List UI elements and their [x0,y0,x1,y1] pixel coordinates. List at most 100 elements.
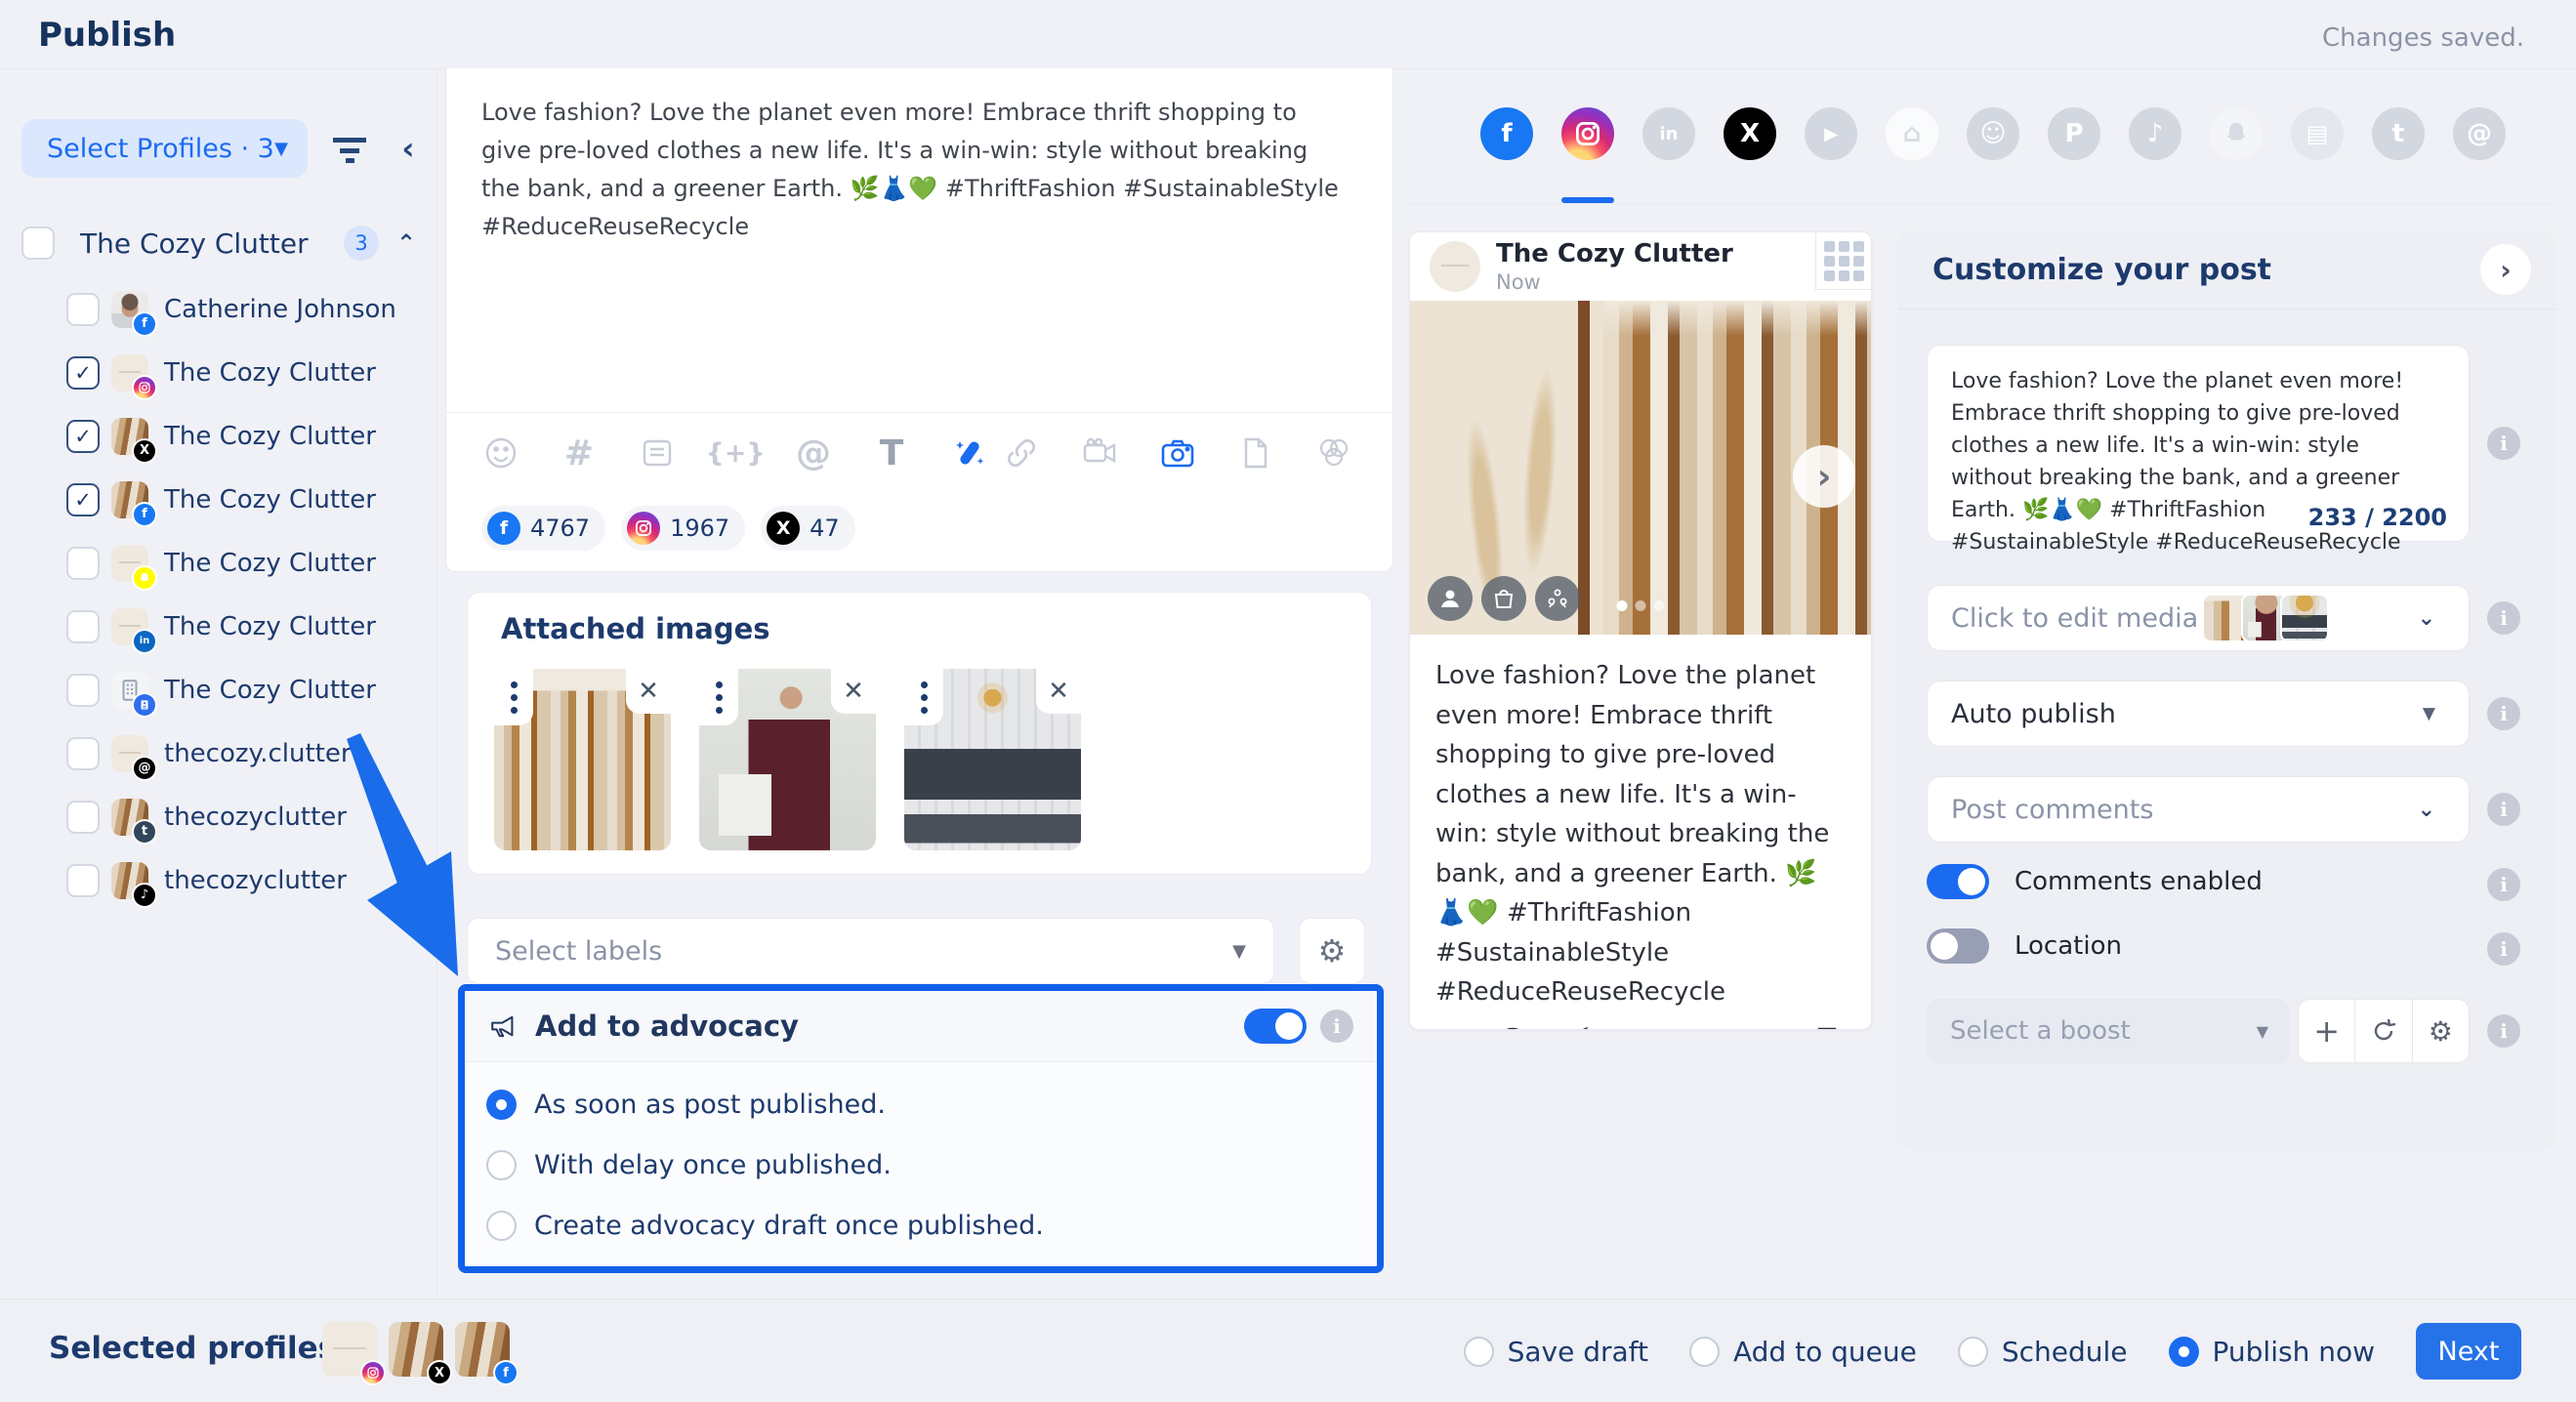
refresh-boost-button[interactable] [2354,1000,2411,1062]
profile-checkbox[interactable] [66,610,100,643]
document-icon[interactable] [1236,432,1275,474]
location-toggle[interactable] [1927,928,1989,964]
radio-button[interactable] [486,1211,517,1241]
radio-button[interactable] [1689,1337,1720,1367]
chevron-up-icon[interactable]: ⌃ [396,229,416,257]
media-library-icon[interactable] [1314,432,1353,474]
info-icon[interactable]: i [2487,697,2520,730]
tab-youtube[interactable]: ▶ [1805,107,1857,160]
profile-group-row[interactable]: The Cozy Clutter 3 ⌃ [0,215,436,271]
drag-handle-icon[interactable] [904,669,943,725]
drag-handle-icon[interactable] [494,669,533,725]
tab-linkedin[interactable]: in [1642,107,1695,160]
profile-row[interactable]: tthecozyclutter [0,785,436,848]
profile-checkbox[interactable] [66,483,100,516]
profile-row[interactable]: The Cozy Clutter [0,341,436,404]
profile-checkbox[interactable] [66,356,100,390]
carousel-next-button[interactable]: › [1793,445,1855,508]
grid-view-button[interactable] [1815,232,1871,290]
advocacy-toggle[interactable] [1244,1009,1307,1044]
advocacy-option[interactable]: With delay once published. [465,1134,1377,1195]
tab-tumblr[interactable]: t [2372,107,2425,160]
group-checkbox[interactable] [21,227,55,260]
info-icon[interactable]: i [2487,427,2520,460]
comments-enabled-toggle[interactable] [1927,864,1989,899]
text-format-icon[interactable]: T [872,432,911,474]
bookmark-icon[interactable] [1808,1024,1846,1030]
select-labels-dropdown[interactable]: Select labels ▼ [467,918,1274,984]
profile-row[interactable]: @thecozy.clutter [0,722,436,785]
profile-checkbox[interactable] [66,420,100,453]
post-text-editor[interactable]: Love fashion? Love the planet even more!… [446,68,1376,246]
info-icon[interactable]: i [1320,1010,1353,1043]
profile-row[interactable]: ♪thecozyclutter [0,848,436,912]
add-boost-button[interactable]: + [2299,1000,2354,1062]
radio-button[interactable] [1464,1337,1494,1367]
filter-profiles-button[interactable] [328,129,371,172]
remove-image-button[interactable]: ✕ [1036,669,1081,714]
advocacy-option[interactable]: Create advocacy draft once published. [465,1195,1377,1256]
profile-row[interactable]: The Cozy Clutter [0,531,436,595]
mention-icon[interactable]: @ [794,432,833,474]
tab-threads[interactable]: @ [2453,107,2506,160]
info-icon[interactable]: i [2487,793,2520,826]
profile-checkbox[interactable] [66,801,100,834]
publish-option-publish-now[interactable]: Publish now [2169,1336,2375,1368]
collapse-sidebar-button[interactable]: ‹ [389,127,428,170]
profile-checkbox[interactable] [66,737,100,770]
radio-button[interactable] [486,1090,517,1120]
profile-checkbox[interactable] [66,293,100,326]
hashtag-icon[interactable]: # [560,432,599,474]
profile-row[interactable]: The Cozy Clutter [0,658,436,722]
profile-row[interactable]: inThe Cozy Clutter [0,595,436,658]
tab-reddit[interactable]: ☺ [1967,107,2019,160]
profile-row[interactable]: fCatherine Johnson [0,277,436,341]
link-icon[interactable] [1002,432,1041,474]
profile-checkbox[interactable] [66,674,100,707]
labels-settings-button[interactable]: ⚙ [1299,918,1365,984]
tab-google-business[interactable]: ⌂ [1886,107,1938,160]
tab-pinterest[interactable]: P [2048,107,2100,160]
select-profiles-dropdown[interactable]: Select Profiles · 3 ▼ [21,119,308,178]
edit-media-dropdown[interactable]: Click to edit media ⌄ [1927,585,2470,651]
next-button[interactable]: Next [2416,1323,2521,1380]
tab-instagram[interactable] [1561,107,1614,160]
tab-facebook[interactable]: f [1480,107,1533,160]
publish-option-add-to-queue[interactable]: Add to queue [1689,1336,1917,1368]
info-icon[interactable]: i [2487,932,2520,966]
info-icon[interactable]: i [2487,601,2520,635]
publish-option-schedule[interactable]: Schedule [1958,1336,2128,1368]
advocacy-option[interactable]: As soon as post published. [465,1074,1377,1134]
saved-replies-icon[interactable] [638,432,677,474]
tab-tiktok[interactable]: ♪ [2129,107,2181,160]
tab-x[interactable]: X [1724,107,1776,160]
camera-icon[interactable] [1158,432,1197,474]
radio-button[interactable] [2169,1337,2199,1367]
tab-contact-card[interactable]: ▤ [2291,107,2344,160]
profile-checkbox[interactable] [66,864,100,897]
radio-button[interactable] [486,1150,517,1180]
like-icon[interactable] [1435,1024,1473,1030]
radio-button[interactable] [1958,1337,1988,1367]
tab-snapchat[interactable] [2210,107,2263,160]
profile-row[interactable]: fThe Cozy Clutter [0,468,436,531]
comment-icon[interactable] [1494,1024,1531,1030]
boost-settings-button[interactable]: ⚙ [2412,1000,2469,1062]
remove-image-button[interactable]: ✕ [626,669,671,714]
customize-text-field[interactable]: Love fashion? Love the planet even more!… [1927,345,2470,542]
product-tag-icon[interactable] [1481,576,1526,621]
select-boost-dropdown[interactable]: Select a boost ▼ [1927,999,2290,1063]
post-comments-dropdown[interactable]: Post comments ⌄ [1927,776,2470,843]
info-icon[interactable]: i [2487,1014,2520,1048]
profile-checkbox[interactable] [66,547,100,580]
info-icon[interactable]: i [2487,868,2520,901]
publish-option-save-draft[interactable]: Save draft [1464,1336,1648,1368]
share-icon[interactable] [1553,1024,1590,1030]
variables-icon[interactable]: {+} [716,432,755,474]
auto-publish-dropdown[interactable]: Auto publish ▼ [1927,680,2470,747]
emoji-icon[interactable] [481,432,520,474]
video-icon[interactable] [1080,432,1119,474]
tag-people-icon[interactable] [1428,576,1473,621]
expand-panel-button[interactable]: › [2480,244,2531,295]
profile-row[interactable]: XThe Cozy Clutter [0,404,436,468]
